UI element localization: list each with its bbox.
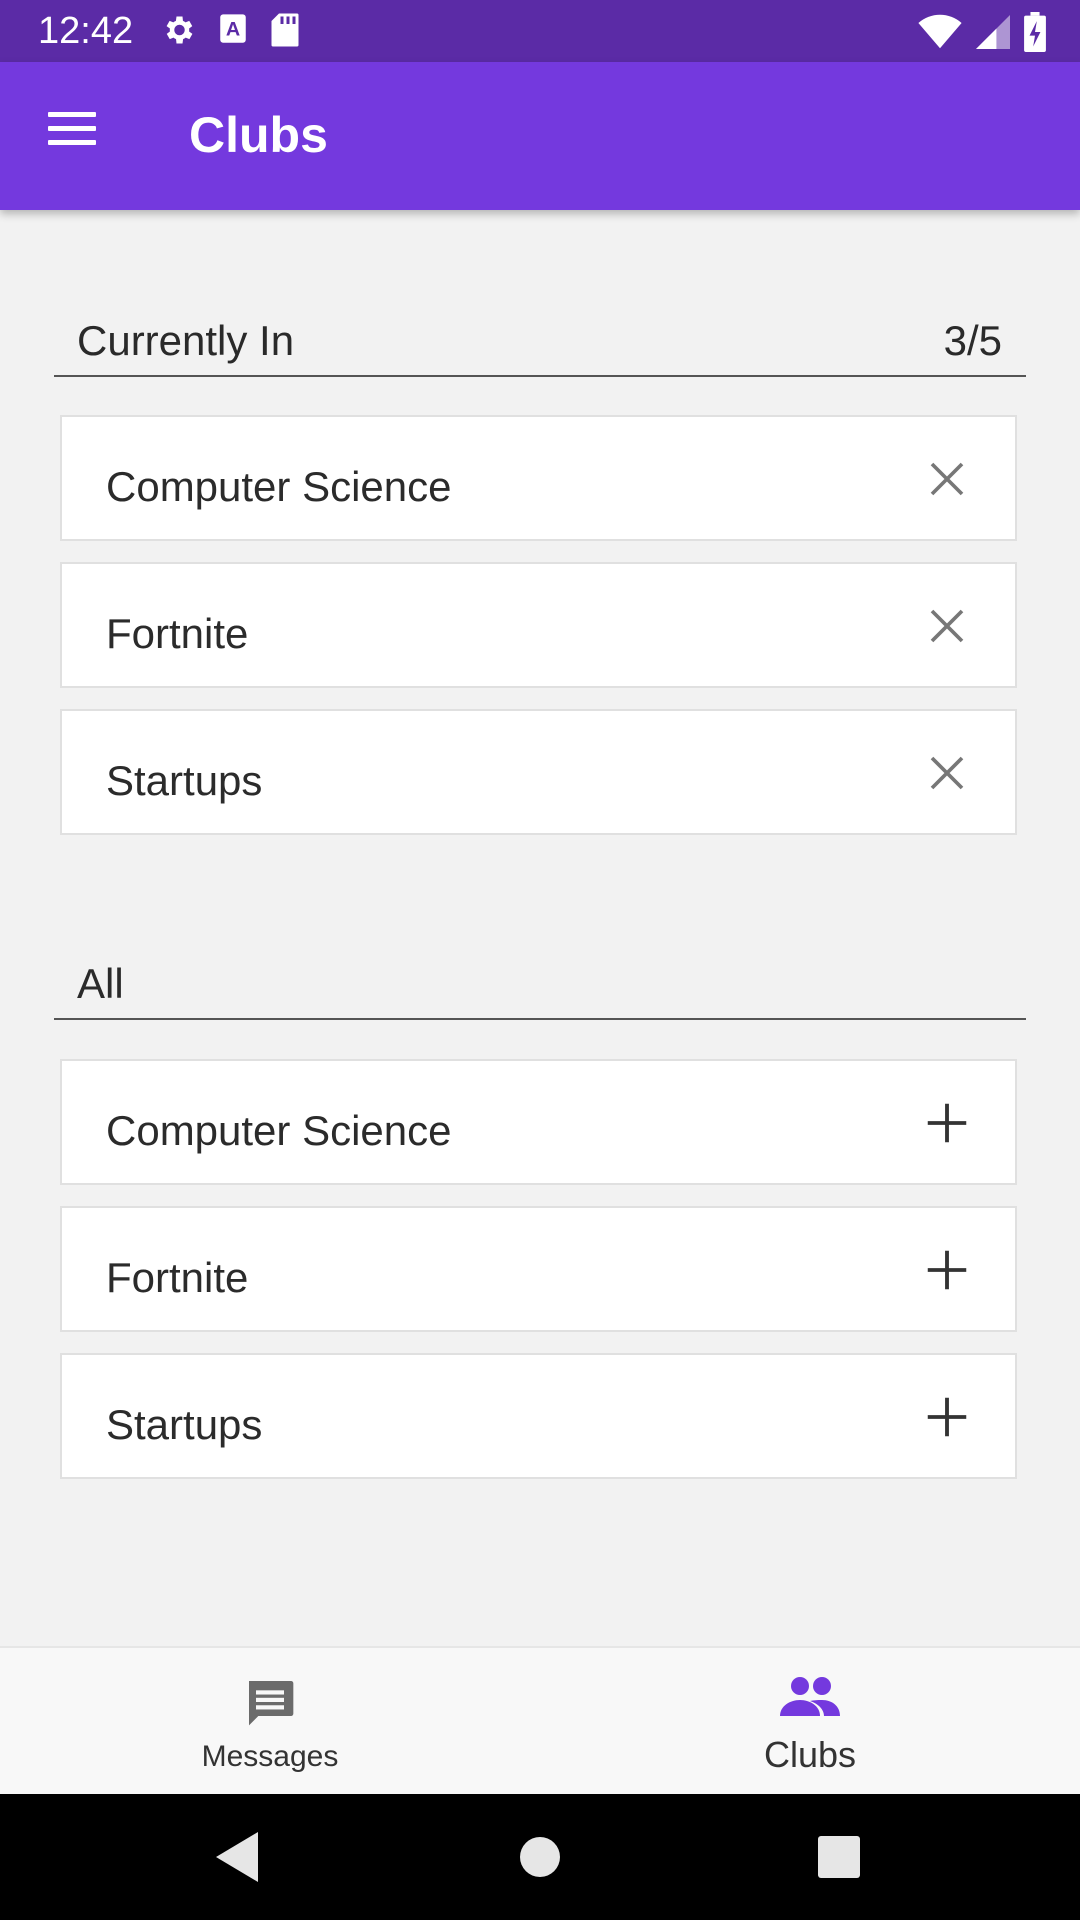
add-icon[interactable]	[919, 1242, 975, 1298]
message-icon	[249, 1681, 294, 1726]
currently-in-header: Currently In 3/5	[54, 279, 1026, 377]
battery-charging-icon	[1024, 12, 1046, 52]
club-name: Fortnite	[106, 1254, 249, 1301]
club-name: Startups	[106, 1401, 263, 1448]
status-bar: 12:42 A	[0, 0, 1080, 62]
add-icon[interactable]	[919, 1095, 975, 1151]
current-club-item: Fortnite	[60, 562, 1017, 688]
sd-card-icon	[271, 13, 299, 47]
status-icons-left: A	[160, 12, 300, 48]
status-icons-right	[918, 12, 1046, 52]
page-title: Clubs	[189, 107, 328, 163]
group-icon	[780, 1677, 840, 1716]
close-icon[interactable]	[919, 598, 975, 654]
app-bar: Clubs	[0, 62, 1080, 210]
back-icon[interactable]	[216, 1832, 260, 1882]
current-club-item: Startups	[60, 709, 1017, 835]
club-name: Computer Science	[106, 463, 452, 510]
membership-count: 3/5	[943, 317, 1002, 364]
club-name: Fortnite	[106, 610, 249, 657]
recents-icon[interactable]	[818, 1832, 860, 1882]
nav-label-clubs: Clubs	[763, 1734, 857, 1775]
hamburger-menu-icon[interactable]	[40, 112, 96, 160]
wifi-icon	[918, 14, 962, 49]
add-icon[interactable]	[919, 1389, 975, 1445]
all-club-item: Computer Science	[60, 1059, 1017, 1185]
current-club-item: Computer Science	[60, 415, 1017, 541]
signal-icon	[976, 15, 1010, 49]
a-letter-icon: A	[220, 14, 246, 43]
gear-icon	[166, 16, 193, 44]
bottom-navigation: Messages Clubs	[0, 1646, 1080, 1796]
currently-in-title: Currently In	[77, 317, 295, 364]
all-club-item: Startups	[60, 1353, 1017, 1479]
system-navigation-bar	[0, 1794, 1080, 1920]
club-name: Computer Science	[106, 1107, 452, 1154]
nav-label-messages: Messages	[201, 1740, 339, 1773]
all-header: All	[54, 922, 1026, 1020]
nav-item-clubs[interactable]: Clubs	[540, 1648, 1080, 1796]
nav-item-messages[interactable]: Messages	[0, 1648, 540, 1796]
svg-text:A: A	[226, 19, 240, 41]
all-title: All	[77, 960, 124, 1007]
close-icon[interactable]	[919, 451, 975, 507]
status-time: 12:42	[38, 10, 134, 52]
all-club-item: Fortnite	[60, 1206, 1017, 1332]
close-icon[interactable]	[919, 745, 975, 801]
home-icon[interactable]	[520, 1832, 560, 1882]
club-name: Startups	[106, 757, 263, 804]
